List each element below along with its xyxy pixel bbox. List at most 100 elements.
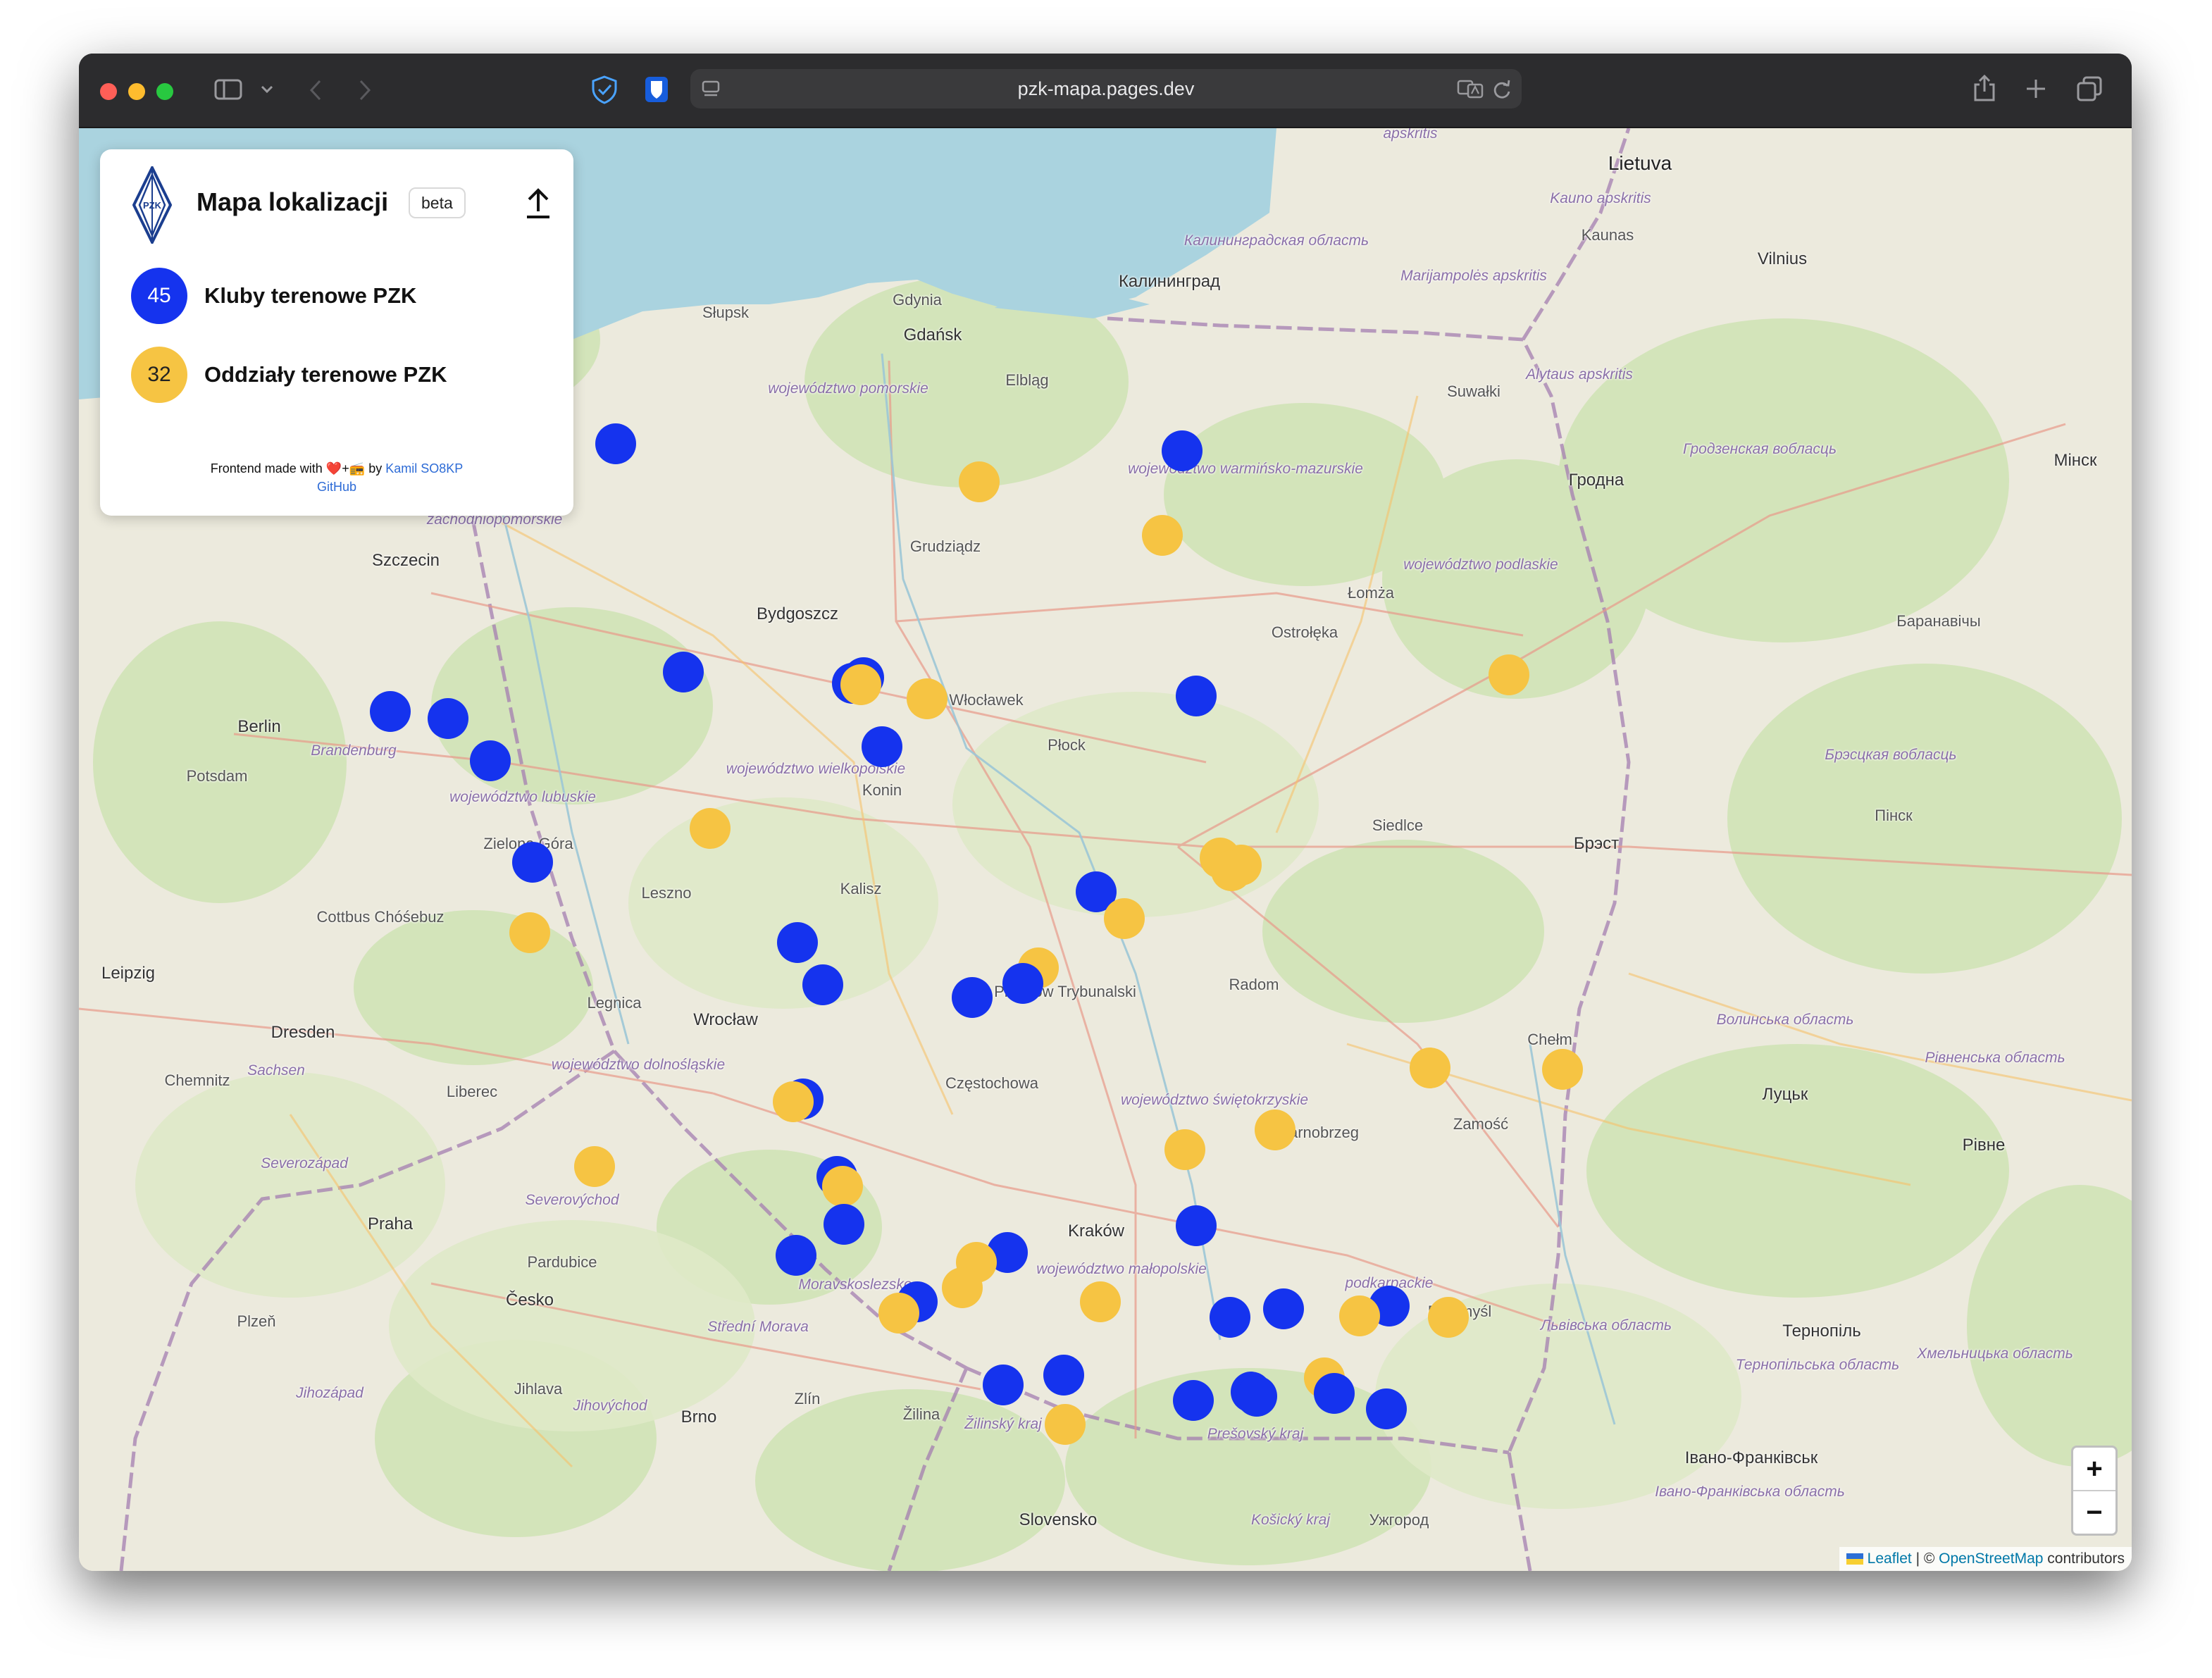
club-marker[interactable] [1314,1373,1355,1414]
map-label: Калининградская область [1183,232,1369,249]
club-marker[interactable] [983,1365,1024,1405]
club-marker[interactable] [1176,676,1217,716]
club-marker[interactable] [952,977,993,1018]
map-label: Plzeň [237,1312,276,1330]
map-label: Kauno apskritis [1550,190,1651,206]
club-marker[interactable] [1366,1388,1407,1429]
map-label: Львівська область [1540,1317,1672,1334]
reload-icon[interactable] [1492,79,1512,100]
branch-marker[interactable] [1104,898,1145,939]
forward-icon[interactable] [358,79,372,101]
url-text[interactable]: pzk-mapa.pages.dev [690,69,1522,108]
tab-overview-icon[interactable] [2077,76,2102,101]
branch-marker[interactable] [840,664,881,705]
club-marker[interactable] [1236,1376,1277,1417]
upload-icon[interactable] [523,186,554,220]
club-marker[interactable] [370,691,411,732]
branch-marker[interactable] [773,1081,814,1122]
branch-marker[interactable] [959,461,1000,502]
branch-marker[interactable] [942,1267,983,1308]
credit-emoji: ❤️+📻 [325,461,366,476]
branch-marker[interactable] [1489,654,1529,695]
back-icon[interactable] [309,79,323,101]
map-label: Івано-Франківськ [1684,1448,1818,1467]
map-label: województwo pomorskie [768,380,928,397]
address-bar[interactable]: pzk-mapa.pages.dev [690,69,1522,108]
github-link[interactable]: GitHub [317,480,356,494]
branch-marker[interactable] [690,808,731,849]
map-view[interactable]: Lietuva Kaunas Vilnius Калининград Калин… [79,128,2132,1571]
club-marker[interactable] [1173,1380,1214,1421]
map-label: Brno [681,1407,717,1427]
new-tab-icon[interactable] [2025,77,2047,100]
map-label: Slovensko [1019,1510,1098,1529]
author-link[interactable]: Kamil SO8KP [385,461,463,476]
club-marker[interactable] [512,842,553,883]
branch-count-badge: 32 [131,347,187,403]
club-count-badge: 45 [131,268,187,324]
club-marker[interactable] [802,964,843,1005]
club-marker[interactable] [776,1235,816,1276]
club-marker[interactable] [1176,1205,1217,1246]
map-label: Severozápad [261,1155,348,1172]
sidebar-icon[interactable] [214,79,242,100]
zoom-out-button[interactable]: − [2073,1491,2115,1534]
branch-marker[interactable] [907,678,947,719]
leaflet-link[interactable]: Leaflet [1868,1550,1912,1567]
map-label: Jihlava [514,1380,563,1398]
map-label: Волинська область [1716,1012,1854,1028]
map-label: Тернопіль [1782,1322,1861,1341]
branch-marker[interactable] [1428,1297,1469,1338]
branch-marker[interactable] [1211,850,1252,891]
club-marker[interactable] [1043,1355,1084,1396]
branch-marker[interactable] [1045,1404,1086,1445]
chevron-down-icon[interactable] [261,85,273,94]
credit-prefix: Frontend made with [210,461,323,476]
branch-marker[interactable] [878,1293,919,1334]
map-label: Grudziądz [909,537,981,555]
club-marker[interactable] [824,1204,864,1245]
branch-marker[interactable] [1164,1129,1205,1170]
legend-panel: PZK Mapa lokalizacji beta 45 Kluby teren… [100,149,573,516]
attribution-suffix: contributors [2043,1550,2125,1567]
club-marker[interactable] [862,726,902,767]
branch-marker[interactable] [1255,1110,1295,1150]
club-marker[interactable] [1002,963,1043,1004]
branch-marker[interactable] [822,1166,863,1207]
branch-marker[interactable] [574,1146,615,1187]
club-marker[interactable] [1162,430,1203,471]
branch-marker[interactable] [509,912,550,953]
club-marker[interactable] [595,423,636,464]
privacy-shield-icon[interactable] [590,75,619,104]
translate-icon[interactable] [1457,79,1484,99]
map-label: Łomża [1347,584,1395,602]
branch-marker[interactable] [1542,1049,1583,1090]
club-marker[interactable] [777,922,818,963]
club-marker[interactable] [470,740,511,781]
map-label: Хмельницька область [1917,1345,2073,1362]
club-marker[interactable] [1210,1297,1250,1338]
zoom-window-button[interactable] [156,83,173,100]
map-label: Jihovýchod [573,1398,647,1414]
zoom-in-button[interactable]: + [2073,1448,2115,1491]
share-icon[interactable] [1972,73,1996,103]
minimize-window-button[interactable] [128,83,145,100]
map-label: województwo świętokrzyskie [1120,1092,1309,1108]
branch-marker[interactable] [1080,1281,1121,1322]
map-label: Leipzig [101,964,156,983]
close-window-button[interactable] [100,83,117,100]
club-marker[interactable] [428,698,468,739]
branch-marker[interactable] [1142,515,1183,556]
bitwarden-icon[interactable] [642,75,671,104]
branch-marker[interactable] [1339,1295,1380,1336]
branch-marker[interactable] [1410,1048,1450,1088]
osm-link[interactable]: OpenStreetMap [1939,1550,2043,1567]
credit-by: by [368,461,383,476]
club-marker[interactable] [1263,1288,1304,1329]
map-label: Częstochowa [945,1074,1039,1092]
map-label: Włocławek [949,691,1024,709]
browser-window: pzk-mapa.pages.dev Lietuva Kaunas Vilniu… [79,54,2132,1571]
club-marker[interactable] [663,652,704,692]
map-label: województwo dolnośląskie [551,1057,726,1073]
map-label: Zamość [1453,1115,1509,1133]
